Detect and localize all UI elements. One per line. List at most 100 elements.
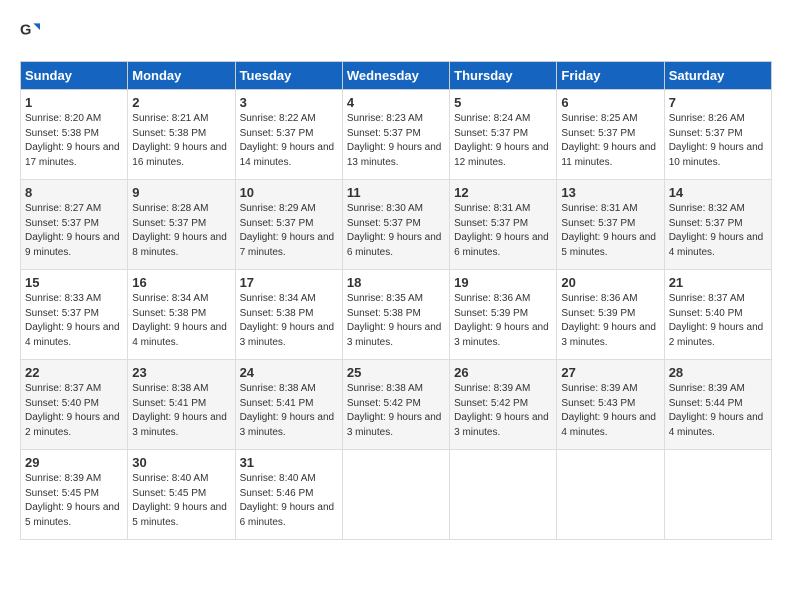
day-number: 7 (669, 95, 767, 110)
day-number: 12 (454, 185, 552, 200)
calendar-cell: 21 Sunrise: 8:37 AM Sunset: 5:40 PM Dayl… (664, 270, 771, 360)
day-info: Sunrise: 8:39 AM Sunset: 5:45 PM Dayligh… (25, 472, 123, 530)
calendar-cell: 16 Sunrise: 8:34 AM Sunset: 5:38 PM Dayl… (128, 270, 235, 360)
day-number: 30 (132, 455, 230, 470)
day-number: 28 (669, 365, 767, 380)
calendar-week-1: 1 Sunrise: 8:20 AM Sunset: 5:38 PM Dayli… (21, 90, 772, 180)
day-number: 8 (25, 185, 123, 200)
day-info: Sunrise: 8:29 AM Sunset: 5:37 PM Dayligh… (240, 202, 338, 260)
calendar-cell (557, 450, 664, 540)
day-number: 27 (561, 365, 659, 380)
weekday-header-saturday: Saturday (664, 62, 771, 90)
calendar-cell: 1 Sunrise: 8:20 AM Sunset: 5:38 PM Dayli… (21, 90, 128, 180)
day-info: Sunrise: 8:36 AM Sunset: 5:39 PM Dayligh… (454, 292, 552, 350)
calendar-week-4: 22 Sunrise: 8:37 AM Sunset: 5:40 PM Dayl… (21, 360, 772, 450)
calendar-week-2: 8 Sunrise: 8:27 AM Sunset: 5:37 PM Dayli… (21, 180, 772, 270)
day-number: 11 (347, 185, 445, 200)
calendar-cell: 10 Sunrise: 8:29 AM Sunset: 5:37 PM Dayl… (235, 180, 342, 270)
day-number: 18 (347, 275, 445, 290)
day-info: Sunrise: 8:37 AM Sunset: 5:40 PM Dayligh… (25, 382, 123, 440)
day-number: 25 (347, 365, 445, 380)
calendar-week-3: 15 Sunrise: 8:33 AM Sunset: 5:37 PM Dayl… (21, 270, 772, 360)
calendar-cell: 31 Sunrise: 8:40 AM Sunset: 5:46 PM Dayl… (235, 450, 342, 540)
calendar-cell: 6 Sunrise: 8:25 AM Sunset: 5:37 PM Dayli… (557, 90, 664, 180)
day-info: Sunrise: 8:30 AM Sunset: 5:37 PM Dayligh… (347, 202, 445, 260)
day-info: Sunrise: 8:26 AM Sunset: 5:37 PM Dayligh… (669, 112, 767, 170)
day-info: Sunrise: 8:32 AM Sunset: 5:37 PM Dayligh… (669, 202, 767, 260)
day-number: 21 (669, 275, 767, 290)
day-number: 13 (561, 185, 659, 200)
day-number: 26 (454, 365, 552, 380)
day-info: Sunrise: 8:21 AM Sunset: 5:38 PM Dayligh… (132, 112, 230, 170)
calendar-week-5: 29 Sunrise: 8:39 AM Sunset: 5:45 PM Dayl… (21, 450, 772, 540)
svg-text:G: G (20, 23, 31, 39)
header: G (20, 20, 772, 45)
calendar-cell: 24 Sunrise: 8:38 AM Sunset: 5:41 PM Dayl… (235, 360, 342, 450)
calendar-cell: 4 Sunrise: 8:23 AM Sunset: 5:37 PM Dayli… (342, 90, 449, 180)
calendar-cell: 18 Sunrise: 8:35 AM Sunset: 5:38 PM Dayl… (342, 270, 449, 360)
day-info: Sunrise: 8:27 AM Sunset: 5:37 PM Dayligh… (25, 202, 123, 260)
day-info: Sunrise: 8:38 AM Sunset: 5:41 PM Dayligh… (132, 382, 230, 440)
calendar-cell: 13 Sunrise: 8:31 AM Sunset: 5:37 PM Dayl… (557, 180, 664, 270)
day-number: 9 (132, 185, 230, 200)
calendar-cell (342, 450, 449, 540)
calendar-cell: 29 Sunrise: 8:39 AM Sunset: 5:45 PM Dayl… (21, 450, 128, 540)
calendar-cell: 26 Sunrise: 8:39 AM Sunset: 5:42 PM Dayl… (450, 360, 557, 450)
day-number: 29 (25, 455, 123, 470)
day-number: 23 (132, 365, 230, 380)
weekday-header-wednesday: Wednesday (342, 62, 449, 90)
day-info: Sunrise: 8:25 AM Sunset: 5:37 PM Dayligh… (561, 112, 659, 170)
day-number: 14 (669, 185, 767, 200)
day-number: 4 (347, 95, 445, 110)
weekday-header-friday: Friday (557, 62, 664, 90)
day-number: 31 (240, 455, 338, 470)
calendar-cell: 17 Sunrise: 8:34 AM Sunset: 5:38 PM Dayl… (235, 270, 342, 360)
day-info: Sunrise: 8:34 AM Sunset: 5:38 PM Dayligh… (240, 292, 338, 350)
day-info: Sunrise: 8:24 AM Sunset: 5:37 PM Dayligh… (454, 112, 552, 170)
weekday-header-sunday: Sunday (21, 62, 128, 90)
calendar-table: SundayMondayTuesdayWednesdayThursdayFrid… (20, 61, 772, 540)
day-info: Sunrise: 8:23 AM Sunset: 5:37 PM Dayligh… (347, 112, 445, 170)
day-number: 10 (240, 185, 338, 200)
day-number: 6 (561, 95, 659, 110)
calendar-cell: 22 Sunrise: 8:37 AM Sunset: 5:40 PM Dayl… (21, 360, 128, 450)
day-info: Sunrise: 8:33 AM Sunset: 5:37 PM Dayligh… (25, 292, 123, 350)
calendar-cell: 2 Sunrise: 8:21 AM Sunset: 5:38 PM Dayli… (128, 90, 235, 180)
day-info: Sunrise: 8:39 AM Sunset: 5:43 PM Dayligh… (561, 382, 659, 440)
day-number: 5 (454, 95, 552, 110)
calendar-cell: 20 Sunrise: 8:36 AM Sunset: 5:39 PM Dayl… (557, 270, 664, 360)
calendar-cell: 23 Sunrise: 8:38 AM Sunset: 5:41 PM Dayl… (128, 360, 235, 450)
day-info: Sunrise: 8:20 AM Sunset: 5:38 PM Dayligh… (25, 112, 123, 170)
calendar-cell: 27 Sunrise: 8:39 AM Sunset: 5:43 PM Dayl… (557, 360, 664, 450)
day-info: Sunrise: 8:35 AM Sunset: 5:38 PM Dayligh… (347, 292, 445, 350)
day-info: Sunrise: 8:34 AM Sunset: 5:38 PM Dayligh… (132, 292, 230, 350)
day-info: Sunrise: 8:28 AM Sunset: 5:37 PM Dayligh… (132, 202, 230, 260)
day-info: Sunrise: 8:31 AM Sunset: 5:37 PM Dayligh… (454, 202, 552, 260)
day-number: 22 (25, 365, 123, 380)
calendar-cell: 9 Sunrise: 8:28 AM Sunset: 5:37 PM Dayli… (128, 180, 235, 270)
calendar-cell (664, 450, 771, 540)
day-info: Sunrise: 8:39 AM Sunset: 5:42 PM Dayligh… (454, 382, 552, 440)
calendar-cell (450, 450, 557, 540)
weekday-header-thursday: Thursday (450, 62, 557, 90)
calendar-cell: 30 Sunrise: 8:40 AM Sunset: 5:45 PM Dayl… (128, 450, 235, 540)
day-info: Sunrise: 8:31 AM Sunset: 5:37 PM Dayligh… (561, 202, 659, 260)
calendar-cell: 8 Sunrise: 8:27 AM Sunset: 5:37 PM Dayli… (21, 180, 128, 270)
logo-mark: G (20, 20, 40, 45)
day-info: Sunrise: 8:40 AM Sunset: 5:45 PM Dayligh… (132, 472, 230, 530)
day-info: Sunrise: 8:39 AM Sunset: 5:44 PM Dayligh… (669, 382, 767, 440)
calendar-cell: 14 Sunrise: 8:32 AM Sunset: 5:37 PM Dayl… (664, 180, 771, 270)
calendar-cell: 3 Sunrise: 8:22 AM Sunset: 5:37 PM Dayli… (235, 90, 342, 180)
weekday-header-monday: Monday (128, 62, 235, 90)
day-number: 15 (25, 275, 123, 290)
day-number: 1 (25, 95, 123, 110)
calendar-cell: 19 Sunrise: 8:36 AM Sunset: 5:39 PM Dayl… (450, 270, 557, 360)
day-info: Sunrise: 8:40 AM Sunset: 5:46 PM Dayligh… (240, 472, 338, 530)
day-info: Sunrise: 8:36 AM Sunset: 5:39 PM Dayligh… (561, 292, 659, 350)
day-number: 3 (240, 95, 338, 110)
calendar-cell: 15 Sunrise: 8:33 AM Sunset: 5:37 PM Dayl… (21, 270, 128, 360)
logo: G (20, 20, 44, 45)
calendar-cell: 25 Sunrise: 8:38 AM Sunset: 5:42 PM Dayl… (342, 360, 449, 450)
calendar-cell: 5 Sunrise: 8:24 AM Sunset: 5:37 PM Dayli… (450, 90, 557, 180)
day-number: 19 (454, 275, 552, 290)
